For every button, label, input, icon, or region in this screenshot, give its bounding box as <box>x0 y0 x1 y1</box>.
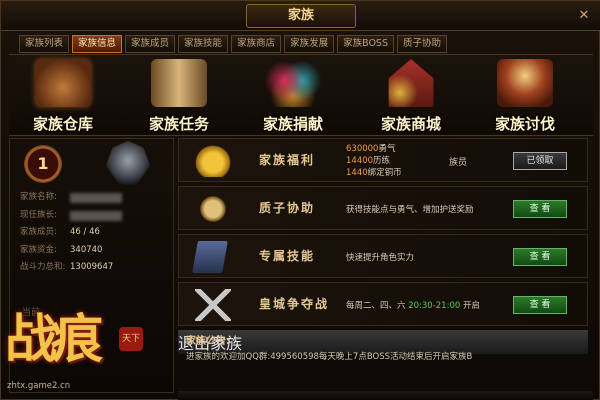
tab-family-info[interactable]: 家族信息 <box>72 35 123 53</box>
hostage-assist-row: 质子协助 获得技能点与勇气、增加护送奖励 查 看 <box>178 186 588 230</box>
reward-line: 14400历练 <box>346 156 391 166</box>
info-key: 现任族长: <box>20 209 57 220</box>
info-value: 13009647 <box>70 262 114 272</box>
member-role: 族员 <box>449 158 468 168</box>
gift-boxes-icon <box>265 59 321 107</box>
logo-seal-icon: 天下 <box>119 327 143 351</box>
claimed-button[interactable]: 已领取 <box>513 152 567 170</box>
row-title: 质子协助 <box>259 201 316 215</box>
feature-band: 家族仓库 家族任务 家族捐献 家族商城 家族讨伐 <box>9 54 593 136</box>
welfare-row: 家族福利 630000勇气 14400历练 1440绑定铜币 族员 已领取 <box>178 138 588 182</box>
reward-line: 630000勇气 <box>346 144 396 154</box>
treasure-chest-icon <box>35 59 91 107</box>
row-title: 家族福利 <box>259 153 316 167</box>
row-description: 快速提升角色实力 <box>346 253 415 263</box>
info-key: 家族名称: <box>20 192 57 202</box>
reward-line: 1440绑定铜币 <box>346 168 402 178</box>
tab-family-boss[interactable]: 家族BOSS <box>337 35 394 53</box>
info-row-name: 家族名称: <box>20 189 170 207</box>
row-description: 每周二、四、六 20:30-21:00 开启 <box>346 301 480 311</box>
city-war-row: 皇城争夺战 每周二、四、六 20:30-21:00 开启 查 看 <box>178 282 588 326</box>
tab-family-shop[interactable]: 家族商店 <box>231 35 282 53</box>
row-title: 皇城争夺战 <box>259 297 330 311</box>
feature-warehouse[interactable]: 家族仓库 <box>15 55 111 137</box>
tab-family-members[interactable]: 家族成员 <box>125 35 176 53</box>
row-title: 专属技能 <box>259 249 316 263</box>
scroll-icon <box>195 193 231 225</box>
feature-label: 家族仓库 <box>32 115 93 133</box>
redacted-value <box>70 193 122 203</box>
family-info-list: 家族名称: 现任族长: 家族成员: 46 / 46 家族资金: 340740 战… <box>20 189 170 277</box>
exclusive-skill-row: 专属技能 快速提升角色实力 查 看 <box>178 234 588 278</box>
feature-label: 家族捐献 <box>262 115 323 133</box>
title-bar: 家族 ✕ <box>1 1 600 31</box>
crossed-swords-icon <box>195 289 231 321</box>
feature-task[interactable]: 家族任务 <box>131 55 227 137</box>
game-logo: 战痕 天下 zhtx.game2.cn <box>1 301 171 400</box>
family-notice: 家族公告: 进家族的欢迎加QQ群:499560598每天晚上7点BOSS活动结束… <box>178 330 588 370</box>
welfare-rewards: 630000勇气 14400历练 1440绑定铜币 <box>346 143 402 179</box>
info-value: 46 / 46 <box>70 227 100 237</box>
book-icon <box>192 241 228 273</box>
view-hostage-button[interactable]: 查 看 <box>513 200 567 218</box>
feature-crusade[interactable]: 家族讨伐 <box>477 55 573 137</box>
view-city-war-button[interactable]: 查 看 <box>513 296 567 314</box>
feature-label: 家族讨伐 <box>494 115 555 133</box>
tab-bar: 家族列表 家族信息 家族成员 家族技能 家族商店 家族发展 家族BOSS 质子协… <box>19 35 447 53</box>
family-emblem-icon <box>106 141 150 185</box>
gold-ingot-icon <box>195 145 231 177</box>
feature-label: 家族任务 <box>148 115 209 133</box>
info-key: 家族成员: <box>20 227 57 237</box>
info-row-leader: 现任族长: <box>20 207 170 225</box>
warrior-portrait-icon <box>497 59 553 107</box>
info-value: 340740 <box>70 244 103 255</box>
info-row-power: 战斗力总和: 13009647 <box>20 259 170 277</box>
view-skill-button[interactable]: 查 看 <box>513 248 567 266</box>
redacted-value <box>70 210 122 221</box>
notice-text: 进家族的欢迎加QQ群:499560598每天晚上7点BOSS活动结束后开启家族B <box>186 352 473 362</box>
feature-donate[interactable]: 家族捐献 <box>245 55 341 137</box>
close-icon[interactable]: ✕ <box>577 9 591 23</box>
window-title: 家族 <box>246 4 356 28</box>
info-key: 家族资金: <box>20 244 57 255</box>
tab-family-skills[interactable]: 家族技能 <box>178 35 229 53</box>
info-row-funds: 家族资金: 340740 <box>20 242 170 260</box>
site-caption: zhtx.game2.cn <box>7 381 71 391</box>
footer-strip <box>178 391 593 400</box>
tab-family-development[interactable]: 家族发展 <box>284 35 335 53</box>
family-window: 家族 ✕ 家族列表 家族信息 家族成员 家族技能 家族商店 家族发展 家族BOS… <box>0 0 600 400</box>
family-features-panel: 家族福利 630000勇气 14400历练 1440绑定铜币 族员 已领取 质子… <box>178 138 593 393</box>
tab-hostage-assist[interactable]: 质子协助 <box>396 35 447 53</box>
tab-family-list[interactable]: 家族列表 <box>19 35 70 53</box>
row-description: 获得技能点与勇气、增加护送奖励 <box>346 205 474 215</box>
scroll-stack-icon <box>151 59 207 107</box>
notice-title: 家族公告: <box>186 336 230 347</box>
family-level-badge: 1 <box>24 145 62 183</box>
info-key: 战斗力总和: <box>20 262 66 272</box>
info-row-members: 家族成员: 46 / 46 <box>20 224 170 242</box>
feature-shop[interactable]: 家族商城 <box>363 55 459 137</box>
feature-label: 家族商城 <box>380 115 441 133</box>
pagoda-coins-icon <box>388 59 434 107</box>
